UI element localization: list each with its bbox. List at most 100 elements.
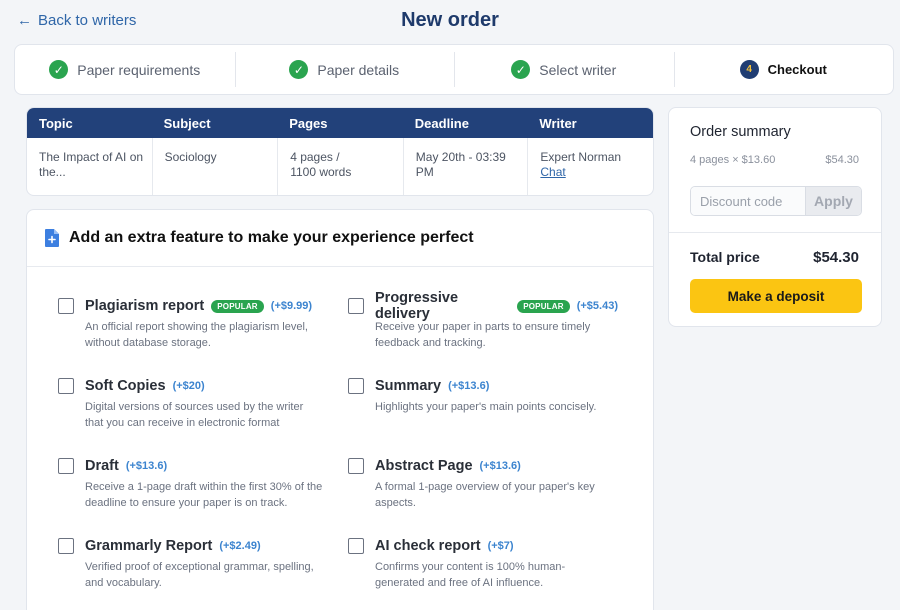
checkbox[interactable] xyxy=(348,298,364,314)
top-bar: ← Back to writers New order xyxy=(0,0,900,42)
extra-features-panel: Add an extra feature to make your experi… xyxy=(26,209,654,610)
feature-description: Digital versions of sources used by the … xyxy=(85,400,328,431)
feature-name: AI check report xyxy=(375,538,481,554)
description-line: A formal 1-page overview of your paper's… xyxy=(375,481,595,493)
checkbox[interactable] xyxy=(58,458,74,474)
step-label: Paper requirements xyxy=(77,61,201,78)
features-header: Add an extra feature to make your experi… xyxy=(27,210,653,267)
description-line: Digital versions of sources used by the … xyxy=(85,401,304,413)
description-line: Confirms your content is 100% human- xyxy=(375,561,566,573)
deadline-line: PM xyxy=(415,165,434,179)
feature-progressive-delivery[interactable]: Progressive delivery POPULAR (+$5.43) Re… xyxy=(348,290,618,351)
step-checkout[interactable]: 4 Checkout xyxy=(673,45,894,94)
checkbox[interactable] xyxy=(348,378,364,394)
topic-line: The Impact of AI on xyxy=(39,150,144,164)
feature-title-row: Progressive delivery POPULAR (+$5.43) xyxy=(375,290,618,322)
check-circle-icon: ✓ xyxy=(49,60,69,79)
feature-title-row: Summary (+$13.6) xyxy=(375,376,618,396)
apply-discount-button[interactable]: Apply xyxy=(805,187,861,215)
step-select-writer[interactable]: ✓ Select writer xyxy=(454,45,674,94)
step-number-badge: 4 xyxy=(739,60,759,79)
check-circle-icon: ✓ xyxy=(289,60,309,79)
writer-name: Expert Norman xyxy=(540,150,622,164)
column-header-subject: Subject xyxy=(163,115,211,131)
add-document-icon xyxy=(45,229,59,247)
description-line: Verified proof of exceptional grammar, s… xyxy=(85,561,314,573)
summary-title: Order summary xyxy=(690,124,791,140)
feature-ai-check-report[interactable]: AI check report (+$7) Confirms your cont… xyxy=(348,536,618,591)
feature-description: Verified proof of exceptional grammar, s… xyxy=(85,560,328,591)
checkbox[interactable] xyxy=(348,458,364,474)
topic-line: the... xyxy=(39,165,66,179)
features-title: Add an extra feature to make your experi… xyxy=(69,229,474,246)
description-line: Highlights your paper's main points conc… xyxy=(375,401,597,413)
feature-title-row: Abstract Page (+$13.6) xyxy=(375,456,618,476)
feature-abstract-page[interactable]: Abstract Page (+$13.6) A formal 1-page o… xyxy=(348,456,618,511)
cell-topic: The Impact of AI on the... xyxy=(27,138,152,195)
cell-subject: Sociology xyxy=(151,138,278,195)
feature-description: An official report showing the plagiaris… xyxy=(85,320,328,351)
total-price-row: Total price $54.30 xyxy=(690,249,859,266)
feature-name: Soft Copies xyxy=(85,378,166,394)
step-paper-details[interactable]: ✓ Paper details xyxy=(234,45,455,94)
feature-description: Confirms your content is 100% human- gen… xyxy=(375,560,618,591)
column-header-pages: Pages xyxy=(289,115,328,131)
order-summary-card: Order summary 4 pages × $13.60 $54.30 Ap… xyxy=(668,107,882,327)
total-label: Total price xyxy=(690,249,760,265)
table-header-row: Topic Subject Pages Deadline Writer xyxy=(27,108,653,138)
feature-title-row: Grammarly Report (+$2.49) xyxy=(85,536,328,556)
cell-deadline: May 20th - 03:39 PM xyxy=(402,138,528,195)
words-line: 1100 words xyxy=(290,165,352,179)
feature-summary[interactable]: Summary (+$13.6) Highlights your paper's… xyxy=(348,376,618,416)
page-title: New order xyxy=(401,9,499,31)
checkbox[interactable] xyxy=(348,538,364,554)
column-header-writer: Writer xyxy=(539,115,577,131)
popular-badge: POPULAR xyxy=(211,299,264,313)
feature-title-row: Plagiarism report POPULAR (+$9.99) xyxy=(85,296,328,316)
feature-price: (+$13.6) xyxy=(125,460,168,472)
column-header-topic: Topic xyxy=(39,115,73,131)
make-deposit-button[interactable]: Make a deposit xyxy=(690,279,862,313)
feature-title-row: Soft Copies (+$20) xyxy=(85,376,328,396)
feature-name: Grammarly Report xyxy=(85,538,213,554)
deadline-line: May 20th - 03:39 xyxy=(415,150,506,164)
feature-price: (+$13.6) xyxy=(479,460,521,472)
description-line: An official report showing the plagiaris… xyxy=(85,321,308,333)
discount-code-input[interactable] xyxy=(691,187,805,215)
divider xyxy=(669,232,881,233)
feature-plagiarism-report[interactable]: Plagiarism report POPULAR (+$9.99) An of… xyxy=(58,296,328,351)
order-details-table: Topic Subject Pages Deadline Writer The … xyxy=(26,107,654,196)
description-line: aspects. xyxy=(375,496,416,509)
popular-badge: POPULAR xyxy=(517,299,570,313)
feature-name: Summary xyxy=(375,378,442,394)
feature-price: (+$13.6) xyxy=(448,380,490,392)
line-item-label: 4 pages × $13.60 xyxy=(690,154,776,166)
description-line: feedback and tracking. xyxy=(375,336,486,349)
feature-price: (+$20) xyxy=(172,380,205,392)
description-line: that you can receive in electronic forma… xyxy=(85,416,280,429)
description-line: and vocabulary. xyxy=(85,576,162,589)
chat-link[interactable]: Chat xyxy=(540,165,565,180)
feature-name: Progressive delivery xyxy=(375,290,459,322)
order-stepper: ✓ Paper requirements ✓ Paper details ✓ S… xyxy=(14,44,894,95)
line-item-amount: $54.30 xyxy=(825,154,859,166)
checkbox[interactable] xyxy=(58,298,74,314)
feature-soft-copies[interactable]: Soft Copies (+$20) Digital versions of s… xyxy=(58,376,328,431)
feature-grammarly-report[interactable]: Grammarly Report (+$2.49) Verified proof… xyxy=(58,536,328,591)
step-label: Paper details xyxy=(317,61,400,78)
description-line: Receive your paper in parts to ensure ti… xyxy=(375,321,591,333)
feature-draft[interactable]: Draft (+$13.6) Receive a 1-page draft wi… xyxy=(58,456,328,511)
discount-group: Apply xyxy=(690,186,862,216)
cell-pages: 4 pages / 1100 words xyxy=(277,138,403,195)
table-row: The Impact of AI on the... Sociology 4 p… xyxy=(27,138,653,195)
step-paper-requirements[interactable]: ✓ Paper requirements xyxy=(15,45,235,94)
pages-line: 4 pages / xyxy=(290,150,340,164)
step-label: Select writer xyxy=(539,61,617,78)
feature-description: Highlights your paper's main points conc… xyxy=(375,400,618,416)
step-label: Checkout xyxy=(767,62,827,77)
feature-description: Receive a 1-page draft within the first … xyxy=(85,480,328,511)
checkbox[interactable] xyxy=(58,538,74,554)
checkbox[interactable] xyxy=(58,378,74,394)
total-amount: $54.30 xyxy=(813,249,859,266)
column-header-deadline: Deadline xyxy=(414,115,469,131)
